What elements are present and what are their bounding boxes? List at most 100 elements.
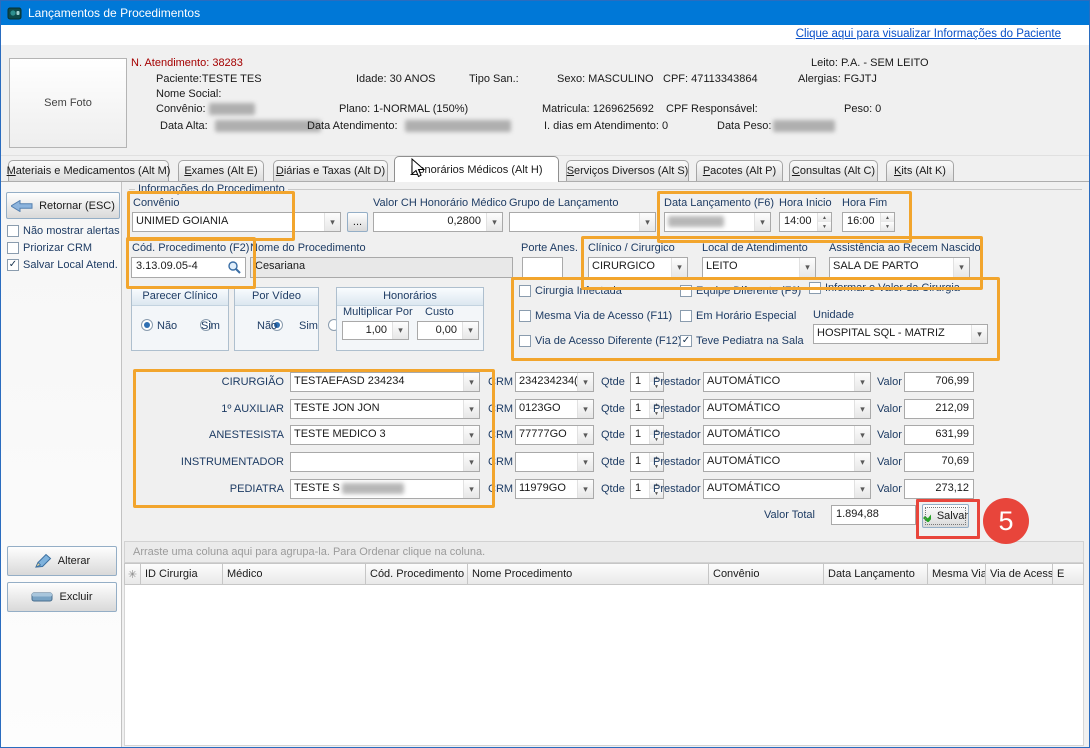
chevron-down-icon[interactable]: ▾ — [854, 453, 870, 471]
chevron-down-icon[interactable]: ▾ — [463, 426, 479, 444]
clinico-cirurgico-combo[interactable]: CIRURGICO ▾ — [588, 257, 688, 278]
tab-materiais[interactable]: Materiais e Medicamentos (Alt M) — [8, 160, 169, 181]
checkbox-horario-especial[interactable]: Em Horário Especial — [680, 310, 796, 322]
tab-honorarios-medicos[interactable]: Honorários Médicos (Alt H) — [394, 156, 559, 182]
tab-diarias[interactable]: Diárias e Taxas (Alt D) — [273, 160, 388, 181]
chevron-down-icon[interactable]: ▾ — [854, 373, 870, 391]
assistencia-rn-combo[interactable]: SALA DE PARTO ▾ — [829, 257, 970, 278]
crm-combo[interactable]: 11979GO ▾ — [515, 479, 594, 499]
chevron-down-icon[interactable]: ▾ — [577, 400, 593, 418]
grid-body[interactable] — [124, 585, 1084, 746]
checkbox-nao-mostrar-alertas[interactable]: Não mostrar alertas — [7, 225, 120, 237]
grid-column-id-cirurgia[interactable]: ID Cirurgia — [141, 563, 223, 585]
grid-column-truncated[interactable]: E — [1053, 563, 1084, 585]
checkbox-mesma-via[interactable]: Mesma Via de Acesso (F11) — [519, 310, 672, 322]
tab-consultas[interactable]: Consultas (Alt C) — [789, 160, 878, 181]
spin-up-icon[interactable]: ▲ — [818, 213, 831, 222]
grupo-lancamento-combo[interactable]: ▾ — [509, 212, 656, 232]
tab-servicos[interactable]: Serviços Diversos (Alt S) — [566, 160, 689, 181]
chevron-down-icon[interactable]: ▾ — [854, 480, 870, 498]
convenio-browse-button[interactable]: ... — [347, 212, 368, 232]
tab-pacotes[interactable]: Pacotes (Alt P) — [696, 160, 783, 181]
data-atendimento-label: Data Atendimento: — [307, 120, 398, 132]
chevron-down-icon[interactable]: ▾ — [577, 480, 593, 498]
checkbox-teve-pediatra[interactable]: ✓ Teve Pediatra na Sala — [680, 335, 804, 347]
chevron-down-icon[interactable]: ▾ — [854, 426, 870, 444]
patient-info-link[interactable]: Clique aqui para visualizar Informações … — [796, 28, 1061, 40]
grid-column-medico[interactable]: Médico — [223, 563, 366, 585]
chevron-down-icon[interactable]: ▾ — [754, 213, 770, 231]
team-name-combo-pediatra[interactable]: TESTE S ▾ — [290, 479, 480, 499]
hora-fim-spinner[interactable]: 16:00 ▲▼ — [842, 212, 895, 232]
chevron-down-icon[interactable]: ▾ — [486, 213, 502, 231]
prestador-combo[interactable]: AUTOMÁTICO ▾ — [703, 479, 871, 499]
chevron-down-icon[interactable]: ▾ — [577, 373, 593, 391]
chevron-down-icon[interactable]: ▾ — [462, 322, 478, 339]
valor-field[interactable]: 212,09 — [904, 399, 974, 419]
checkbox-cirurgia-infectada[interactable]: Cirurgia Infectada — [519, 285, 622, 297]
chevron-down-icon[interactable]: ▾ — [463, 480, 479, 498]
team-name-combo-instrumentador[interactable]: ▾ — [290, 452, 480, 472]
prestador-combo[interactable]: AUTOMÁTICO ▾ — [703, 372, 871, 392]
valor-field[interactable]: 273,12 — [904, 479, 974, 499]
alterar-button[interactable]: Alterar — [7, 546, 117, 576]
chevron-down-icon[interactable]: ▾ — [577, 453, 593, 471]
chevron-down-icon[interactable]: ▾ — [463, 400, 479, 418]
grid-column-convenio[interactable]: Convênio — [709, 563, 824, 585]
search-icon[interactable] — [227, 260, 242, 275]
chevron-down-icon[interactable]: ▾ — [799, 258, 815, 277]
grid-column-mesma-via[interactable]: Mesma Via ( — [928, 563, 986, 585]
chevron-down-icon[interactable]: ▾ — [953, 258, 969, 277]
grid-column-cod-procedimento[interactable]: Cód. Procedimento — [366, 563, 468, 585]
hora-inicio-spinner[interactable]: 14:00 ▲▼ — [779, 212, 832, 232]
tab-exames[interactable]: Exames (Alt E) — [178, 160, 264, 181]
crm-combo[interactable]: 0123GO ▾ — [515, 399, 594, 419]
spin-down-icon[interactable]: ▼ — [818, 222, 831, 231]
grid-column-data-lancamento[interactable]: Data Lançamento — [824, 563, 928, 585]
multiplicar-por-combo[interactable]: 1,00 ▾ — [342, 321, 409, 340]
chevron-down-icon[interactable]: ▾ — [671, 258, 687, 277]
prestador-combo[interactable]: AUTOMÁTICO ▾ — [703, 399, 871, 419]
convenio-combo[interactable]: UNIMED GOIANIA ▾ — [132, 212, 341, 232]
checkbox-informar-valor[interactable]: Informar o Valor da Cirurgia — [809, 282, 960, 294]
retornar-button[interactable]: Retornar (ESC) — [6, 192, 120, 219]
chevron-down-icon[interactable]: ▾ — [854, 400, 870, 418]
crm-combo[interactable]: ▾ — [515, 452, 594, 472]
team-name-combo-cirurgiao[interactable]: TESTAEFASD 234234 ▾ — [290, 372, 480, 392]
chevron-down-icon[interactable]: ▾ — [639, 213, 655, 231]
valor-ch-combo[interactable]: 0,2800 ▾ — [373, 212, 503, 232]
custo-combo[interactable]: 0,00 ▾ — [417, 321, 479, 340]
chevron-down-icon[interactable]: ▾ — [392, 322, 408, 339]
local-atendimento-combo[interactable]: LEITO ▾ — [702, 257, 816, 278]
crm-combo[interactable]: 77777GO ▾ — [515, 425, 594, 445]
excluir-button[interactable]: Excluir — [7, 582, 117, 612]
chevron-down-icon[interactable]: ▾ — [324, 213, 340, 231]
spin-up-icon[interactable]: ▲ — [881, 213, 894, 222]
prestador-combo[interactable]: AUTOMÁTICO ▾ — [703, 452, 871, 472]
chevron-down-icon[interactable]: ▾ — [463, 453, 479, 471]
chevron-down-icon[interactable]: ▾ — [577, 426, 593, 444]
tab-kits[interactable]: Kits (Alt K) — [886, 160, 954, 181]
spin-down-icon[interactable]: ▼ — [881, 222, 894, 231]
team-name-combo-auxiliar[interactable]: TESTE JON JON ▾ — [290, 399, 480, 419]
checkbox-salvar-local-atend[interactable]: ✓ Salvar Local Atend. — [7, 259, 118, 271]
valor-field[interactable]: 631,99 — [904, 425, 974, 445]
prestador-combo[interactable]: AUTOMÁTICO ▾ — [703, 425, 871, 445]
unidade-combo[interactable]: HOSPITAL SQL - MATRIZ ▾ — [813, 324, 988, 344]
parecer-nao-radio[interactable] — [141, 319, 153, 331]
team-name-combo-anestesista[interactable]: TESTE MEDICO 3 ▾ — [290, 425, 480, 445]
salvar-button[interactable]: Salvar — [922, 504, 969, 528]
grid-column-via-acesso[interactable]: Via de Acesso — [986, 563, 1053, 585]
valor-field[interactable]: 706,99 — [904, 372, 974, 392]
checkbox-via-diferente[interactable]: Via de Acesso Diferente (F12) — [519, 335, 682, 347]
valor-field[interactable]: 70,69 — [904, 452, 974, 472]
chevron-down-icon[interactable]: ▾ — [971, 325, 987, 343]
grid-column-nome-procedimento[interactable]: Nome Procedimento — [468, 563, 709, 585]
grid-group-hint[interactable]: Arraste uma coluna aqui para agrupa-la. … — [124, 541, 1084, 563]
crm-combo[interactable]: 234234234( ▾ — [515, 372, 594, 392]
porte-anes-field[interactable] — [522, 257, 563, 278]
data-lancamento-combo[interactable]: ▾ — [664, 212, 771, 232]
checkbox-equipe-diferente[interactable]: Equipe Diferente (F9) — [680, 285, 801, 297]
checkbox-priorizar-crm[interactable]: Priorizar CRM — [7, 242, 92, 254]
chevron-down-icon[interactable]: ▾ — [463, 373, 479, 391]
